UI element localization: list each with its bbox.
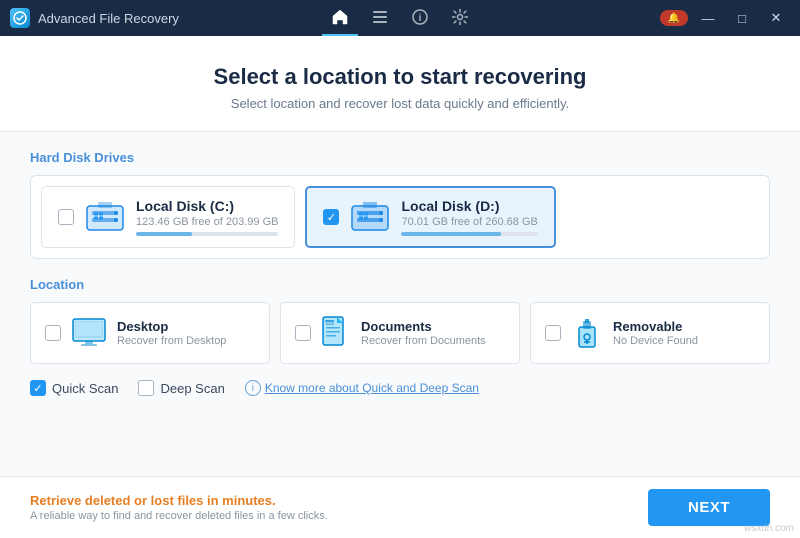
removable-info: Removable No Device Found	[613, 319, 698, 347]
footer-left: Retrieve deleted or lost files in minute…	[30, 493, 328, 522]
svg-text:DOC: DOC	[325, 321, 334, 326]
desktop-checkbox[interactable]	[45, 325, 61, 341]
desktop-icon	[71, 315, 107, 351]
drive-c-name: Local Disk (C:)	[136, 198, 278, 214]
nav-settings[interactable]	[442, 0, 478, 36]
quick-scan-label: Quick Scan	[52, 381, 118, 396]
removable-desc: No Device Found	[613, 335, 698, 347]
nav-home[interactable]	[322, 0, 358, 36]
scan-learn-more[interactable]: Know more about Quick and Deep Scan	[265, 381, 479, 395]
documents-checkbox[interactable]	[295, 325, 311, 341]
documents-icon: DOC	[321, 315, 351, 351]
documents-info: Documents Recover from Documents	[361, 319, 486, 347]
disk-drives-container: Local Disk (C:) 123.46 GB free of 203.99…	[30, 175, 770, 259]
desktop-desc: Recover from Desktop	[117, 335, 226, 347]
scan-info-link[interactable]: i Know more about Quick and Deep Scan	[245, 380, 479, 396]
svg-text:i: i	[419, 13, 422, 24]
app-icon	[10, 8, 30, 28]
location-documents[interactable]: DOC Documents Recover from Documents	[280, 302, 520, 364]
page-subtitle: Select location and recover lost data qu…	[20, 96, 780, 111]
drive-d-fill	[401, 232, 501, 236]
content-area: Hard Disk Drives	[0, 132, 800, 476]
drive-d-checkbox[interactable]	[323, 209, 339, 225]
nav-info[interactable]: i	[402, 0, 438, 36]
titlebar-controls: 🔔 — □ ✕	[660, 8, 790, 28]
drive-c-fill	[136, 232, 192, 236]
info-icon: i	[245, 380, 261, 396]
removable-checkbox[interactable]	[545, 325, 561, 341]
footer-sub: A reliable way to find and recover delet…	[30, 510, 328, 522]
hard-disk-drives-section: Hard Disk Drives	[30, 150, 770, 259]
drive-d-info: Local Disk (D:) 70.01 GB free of 260.68 …	[401, 198, 537, 236]
nav-list[interactable]	[362, 0, 398, 36]
maximize-button[interactable]: □	[728, 8, 756, 28]
quick-scan-checkbox[interactable]	[30, 380, 46, 396]
removable-icon	[571, 315, 603, 351]
drive-c-space: 123.46 GB free of 203.99 GB	[136, 216, 278, 228]
page-title: Select a location to start recovering	[20, 64, 780, 90]
watermark: wsxdn.com	[744, 523, 794, 534]
drive-c-checkbox[interactable]	[58, 209, 74, 225]
removable-name: Removable	[613, 319, 698, 334]
titlebar-left: Advanced File Recovery	[10, 8, 179, 28]
close-button[interactable]: ✕	[762, 8, 790, 28]
titlebar-nav: i	[322, 0, 478, 36]
documents-desc: Recover from Documents	[361, 335, 486, 347]
next-button[interactable]: NEXT	[648, 489, 770, 526]
location-grid: Desktop Recover from Desktop	[30, 302, 770, 364]
drive-c-progress	[136, 232, 278, 236]
drive-d-icon	[349, 198, 391, 236]
main-content: Select a location to start recovering Se…	[0, 36, 800, 538]
drive-d-space: 70.01 GB free of 260.68 GB	[401, 216, 537, 228]
drive-d-progress	[401, 232, 537, 236]
drive-d-name: Local Disk (D:)	[401, 198, 537, 214]
footer-promo: Retrieve deleted or lost files in minute…	[30, 493, 328, 508]
drive-c-icon	[84, 198, 126, 236]
scan-options: Quick Scan Deep Scan i Know more about Q…	[30, 380, 770, 396]
desktop-info: Desktop Recover from Desktop	[117, 319, 226, 347]
location-section: Location Deskt	[30, 277, 770, 364]
deep-scan-label: Deep Scan	[160, 381, 224, 396]
documents-name: Documents	[361, 319, 486, 334]
location-section-label: Location	[30, 277, 770, 292]
location-desktop[interactable]: Desktop Recover from Desktop	[30, 302, 270, 364]
header-section: Select a location to start recovering Se…	[0, 36, 800, 132]
deep-scan-option[interactable]: Deep Scan	[138, 380, 224, 396]
update-button[interactable]: 🔔	[660, 10, 688, 26]
drive-c-info: Local Disk (C:) 123.46 GB free of 203.99…	[136, 198, 278, 236]
drive-c[interactable]: Local Disk (C:) 123.46 GB free of 203.99…	[41, 186, 295, 248]
hdd-section-label: Hard Disk Drives	[30, 150, 770, 165]
minimize-button[interactable]: —	[694, 8, 722, 28]
titlebar: Advanced File Recovery i	[0, 0, 800, 36]
desktop-name: Desktop	[117, 319, 226, 334]
quick-scan-option[interactable]: Quick Scan	[30, 380, 118, 396]
drive-d[interactable]: Local Disk (D:) 70.01 GB free of 260.68 …	[305, 186, 555, 248]
footer: Retrieve deleted or lost files in minute…	[0, 476, 800, 538]
deep-scan-checkbox[interactable]	[138, 380, 154, 396]
location-removable[interactable]: Removable No Device Found	[530, 302, 770, 364]
app-title: Advanced File Recovery	[38, 11, 179, 26]
